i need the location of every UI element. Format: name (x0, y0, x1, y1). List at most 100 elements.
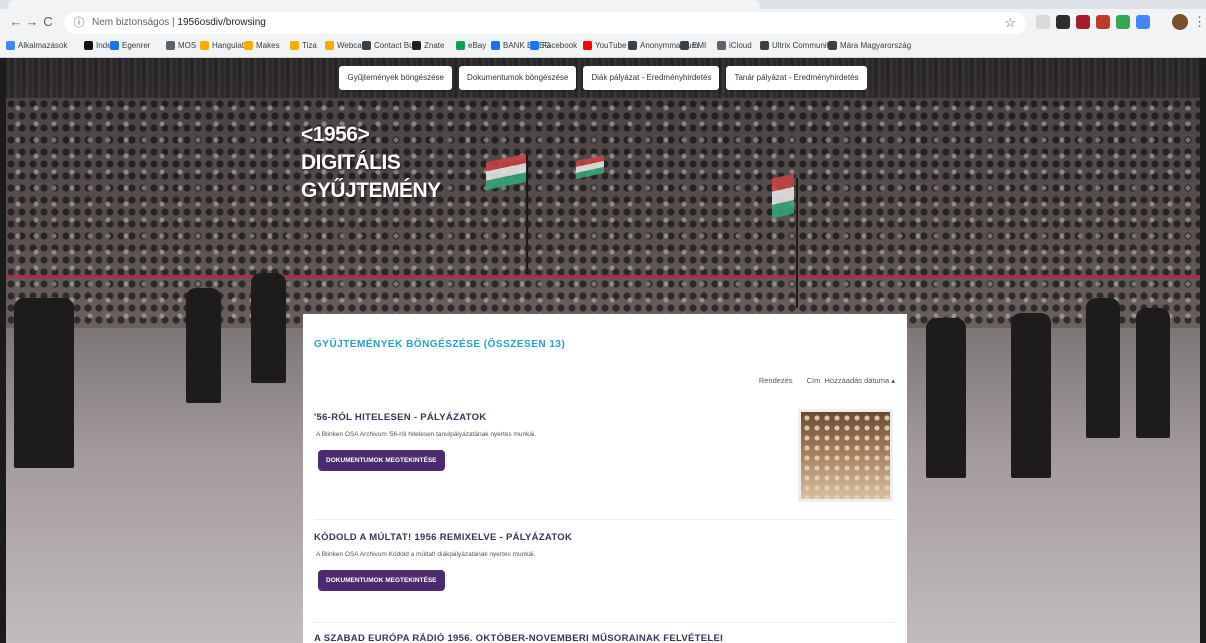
url-text: Nem biztonságos | 1956osdiv/browsing (92, 17, 266, 28)
person-figure (1011, 313, 1051, 478)
sort-by-title-link[interactable]: Cím (807, 376, 821, 385)
logo-line-3: GYŰJTEMÉNY (301, 179, 441, 202)
bookmark-favicon-icon (583, 41, 592, 50)
bookmark-favicon-icon (325, 41, 334, 50)
bookmarks-bar: Alkalmazások Index Egenrer MOS Hangulatig Mak… (0, 37, 1206, 57)
person-figure (1136, 308, 1170, 438)
browser-menu-icon[interactable]: ⋮ (1193, 14, 1206, 30)
collection-item: KÓDOLD A MÚLTAT! 1956 REMIXELVE - PÁLYÁZ… (314, 532, 894, 591)
info-icon[interactable]: ⓘ (72, 16, 86, 30)
bookmark-favicon-icon (628, 41, 637, 50)
bookmark-item[interactable]: Egenrer (110, 41, 150, 50)
browser-chrome: ← → C ⌂ ⓘ Nem biztonságos | 1956osdiv/br… (0, 0, 1206, 58)
collection-thumbnail[interactable] (798, 409, 893, 502)
view-documents-button[interactable]: DOKUMENTUMOK MEGTEKINTÉSE (318, 450, 445, 471)
divider (314, 622, 894, 623)
bookmark-favicon-icon (760, 41, 769, 50)
extension-icon[interactable] (1116, 15, 1130, 29)
bookmark-label: EMI (692, 41, 707, 50)
bookmark-item[interactable]: YouTube (583, 41, 626, 50)
bookmark-favicon-icon (6, 41, 15, 50)
browser-toolbar: ← → C ⌂ ⓘ Nem biztonságos | 1956osdiv/br… (0, 9, 1206, 37)
bookmark-item[interactable]: eBay (456, 41, 486, 50)
bookmark-favicon-icon (456, 41, 465, 50)
bookmark-label: eBay (468, 41, 487, 50)
bookmark-label: Ultrix Community (772, 41, 833, 50)
bookmark-favicon-icon (680, 41, 689, 50)
back-icon[interactable]: ← (8, 14, 24, 30)
bookmark-item[interactable]: Facebook (530, 41, 577, 50)
nav-teacher-contest-button[interactable]: Tanár pályázat - Eredményhirdetés (726, 66, 867, 90)
reload-icon[interactable]: C (40, 14, 56, 30)
bookmark-favicon-icon (166, 41, 175, 50)
tab-strip (0, 0, 1206, 9)
person-figure (14, 298, 74, 468)
bookmark-label: Alkalmazások (18, 41, 68, 50)
url-host: Nem biztonságos (92, 17, 170, 28)
collection-title[interactable]: A SZABAD EURÓPA RÁDIÓ 1956. OKTÓBER-NOVE… (314, 633, 723, 643)
bookmark-favicon-icon (84, 41, 93, 50)
extension-icon[interactable] (1136, 15, 1150, 29)
address-bar[interactable]: ⓘ Nem biztonságos | 1956osdiv/browsing ☆ (64, 12, 1026, 34)
bookmark-item[interactable]: Hangulatig (200, 41, 250, 50)
bookmark-item[interactable]: Mára Magyarország (828, 41, 911, 50)
bookmark-item[interactable]: Alkalmazások (6, 41, 67, 50)
flagpole (796, 178, 798, 308)
extension-icon[interactable] (1096, 15, 1110, 29)
bookmark-item[interactable]: Znate (412, 41, 444, 50)
bookmark-item[interactable]: Ultrix Community (760, 41, 833, 50)
nav-collections-button[interactable]: Gyűjtemények böngészése (339, 66, 452, 90)
sort-bar: Rendezés Cím Hozzáadás dátuma ▴ (759, 376, 895, 385)
person-figure (186, 288, 221, 403)
site-logo[interactable]: <1956> DIGITÁLIS GYŰJTEMÉNY (301, 121, 441, 205)
bookmark-label: Tiza (302, 41, 317, 50)
nav-documents-button[interactable]: Dokumentumok böngészése (458, 66, 577, 90)
person-figure (1086, 298, 1120, 438)
bookmark-label: Egenrer (122, 41, 151, 50)
crowd-image (6, 98, 1200, 328)
bookmark-favicon-icon (110, 41, 119, 50)
url-path: 1956osdiv/browsing (177, 17, 266, 28)
profile-avatar[interactable] (1172, 14, 1188, 30)
flagpole (526, 153, 528, 273)
bookmark-item[interactable]: EMI (680, 41, 706, 50)
bookmark-label: Mára Magyarország (840, 41, 912, 50)
extension-icon[interactable] (1056, 15, 1070, 29)
bookmark-label: iCloud (729, 41, 752, 50)
decorative-line (6, 275, 1200, 278)
extension-icon[interactable] (1036, 15, 1050, 29)
bookmark-star-icon[interactable]: ☆ (1004, 15, 1016, 31)
panel-title: GYŰJTEMÉNYEK BÖNGÉSZÉSE (ÖSSZESEN 13) (314, 339, 566, 350)
sort-by-date-link[interactable]: Hozzáadás dátuma ▴ (825, 376, 895, 385)
nav-student-contest-button[interactable]: Diák pályázat - Eredményhirdetés (583, 66, 720, 90)
extension-icon[interactable] (1076, 15, 1090, 29)
bookmark-item[interactable]: Tiza (290, 41, 317, 50)
bookmark-item[interactable]: MOS (166, 41, 196, 50)
bookmark-item[interactable]: iCloud (717, 41, 752, 50)
bookmark-label: Facebook (542, 41, 578, 50)
person-figure (251, 273, 286, 383)
flag (772, 173, 794, 219)
collection-title[interactable]: KÓDOLD A MÚLTAT! 1956 REMIXELVE - PÁLYÁZ… (314, 532, 894, 543)
divider (314, 519, 894, 520)
bookmark-label: YouTube (595, 41, 627, 50)
sort-label: Rendezés (758, 376, 793, 385)
bookmark-favicon-icon (491, 41, 500, 50)
bookmark-favicon-icon (717, 41, 726, 50)
page: Gyűjtemények böngészése Dokumentumok bön… (6, 58, 1200, 643)
collections-panel: GYŰJTEMÉNYEK BÖNGÉSZÉSE (ÖSSZESEN 13) Re… (303, 314, 907, 643)
bookmark-favicon-icon (530, 41, 539, 50)
view-documents-button[interactable]: DOKUMENTUMOK MEGTEKINTÉSE (318, 570, 445, 591)
bookmark-label: Znate (424, 41, 445, 50)
bookmark-favicon-icon (200, 41, 209, 50)
bookmark-item[interactable]: Makes (244, 41, 280, 50)
collection-description: A Blinken OSA Archivum Kódold a múltat! … (316, 551, 536, 558)
bookmark-favicon-icon (290, 41, 299, 50)
person-figure (926, 318, 966, 478)
forward-icon[interactable]: → (24, 14, 40, 30)
logo-line-1: <1956> (301, 123, 370, 146)
bookmark-label: MOS (178, 41, 197, 50)
bookmark-item[interactable]: Contact Bus (362, 41, 418, 50)
active-tab[interactable] (8, 0, 760, 9)
bookmark-favicon-icon (244, 41, 253, 50)
